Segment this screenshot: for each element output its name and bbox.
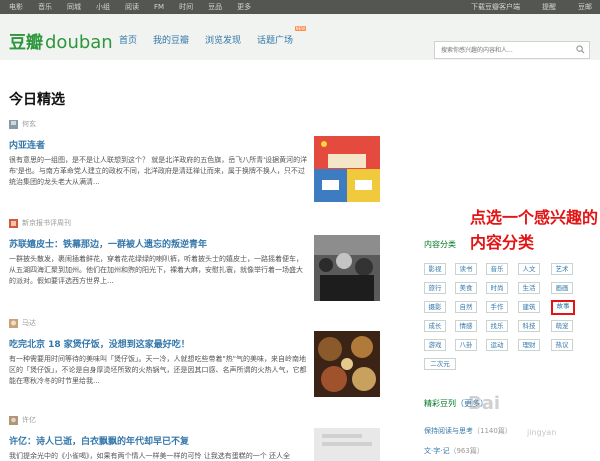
top-bar: 电影 音乐 同城 小组 阅读 FM 时间 豆品 更多 下载豆瓣客户端 提醒 豆邮	[0, 0, 600, 14]
tag-books[interactable]: 读书	[455, 263, 477, 275]
article-excerpt: 一群披头散发，裹闹插着鲜花，穿着花花绿绿的喇叭裤，听着披头士的嬉皮士，一路摇着便…	[9, 255, 303, 285]
tag-acg[interactable]: 二次元	[424, 358, 456, 370]
tag-tech[interactable]: 科技	[518, 320, 540, 332]
series-item-count: （1140篇）	[473, 427, 512, 435]
tag-sports[interactable]: 运动	[486, 339, 508, 351]
instruction-annotation: 点选一个感兴趣的内容分类	[470, 208, 599, 252]
author-name[interactable]: 马达	[22, 318, 36, 328]
search-box	[434, 41, 590, 59]
download-app-link[interactable]: 下载豆瓣客户端	[471, 0, 520, 14]
nav-my-douban[interactable]: 我的豆瓣	[153, 33, 189, 46]
tag-art[interactable]: 艺术	[551, 263, 573, 275]
tag-travel[interactable]: 旅行	[424, 282, 446, 294]
tag-nature[interactable]: 自然	[455, 301, 477, 313]
tag-movie[interactable]: 影视	[424, 263, 446, 275]
watermark: Bai	[468, 393, 501, 414]
article-excerpt: 很有意思的一组图，是不是让人联想到这个？ 就是北洋政府的五色旗，岳飞八所青'设据…	[9, 156, 308, 186]
watermark-sub: jingyan	[527, 428, 557, 437]
tag-finance[interactable]: 理财	[518, 339, 540, 351]
mail-link[interactable]: 豆邮	[578, 0, 592, 14]
top-nav-more[interactable]: 更多	[237, 0, 251, 14]
article-author: 马达	[9, 318, 389, 328]
tag-story-highlighted[interactable]: 故事	[551, 300, 575, 315]
category-title: 内容分类	[424, 240, 456, 249]
search-input[interactable]	[435, 42, 571, 58]
tag-trending[interactable]: 热议	[551, 339, 573, 351]
series-item[interactable]: 保持阅读与思考（1140篇）	[424, 426, 512, 436]
notifications-link[interactable]: 提醒	[542, 0, 556, 14]
nav-explore[interactable]: 浏览发现	[205, 33, 241, 46]
article-thumbnail[interactable]	[314, 428, 380, 461]
tag-games[interactable]: 游戏	[424, 339, 446, 351]
logo-en: douban	[45, 32, 113, 53]
series-item-name[interactable]: 保持阅读与思考	[424, 427, 473, 435]
article-thumbnail[interactable]	[314, 235, 380, 301]
tag-handmade[interactable]: 手作	[486, 301, 508, 313]
article-excerpt: 有一种需要用时间等待的美味叫「煲仔饭」。天一冷，人就想吃些带着"热"气的美味，来…	[9, 355, 307, 385]
tag-painting[interactable]: 画画	[551, 282, 573, 294]
top-nav-local[interactable]: 同城	[67, 0, 81, 14]
nav-home[interactable]: 首页	[119, 33, 137, 46]
tag-life[interactable]: 生活	[518, 282, 540, 294]
article-thumbnail[interactable]	[314, 331, 380, 397]
top-nav-read[interactable]: 阅读	[125, 0, 139, 14]
series-title-label: 精彩豆列	[424, 399, 456, 408]
tag-fashion[interactable]: 时尚	[486, 282, 508, 294]
article-author: 许亿	[9, 415, 389, 425]
nav-topics[interactable]: 话题广场	[257, 26, 307, 46]
avatar[interactable]	[9, 119, 18, 129]
tag-architecture[interactable]: 建筑	[518, 301, 540, 313]
search-icon[interactable]	[576, 45, 585, 54]
top-nav: 电影 音乐 同城 小组 阅读 FM 时间 豆品 更多	[9, 0, 266, 14]
tag-gossip[interactable]: 八卦	[455, 339, 477, 351]
top-nav-group[interactable]: 小组	[96, 0, 110, 14]
tag-growth[interactable]: 成长	[424, 320, 446, 332]
tag-fun[interactable]: 找乐	[486, 320, 508, 332]
author-name[interactable]: 许亿	[22, 415, 36, 425]
article-thumbnail[interactable]	[314, 136, 380, 202]
author-name[interactable]: 何玄	[22, 119, 36, 129]
tag-humanities[interactable]: 人文	[518, 263, 540, 275]
top-nav-time[interactable]: 时间	[179, 0, 193, 14]
tag-music[interactable]: 音乐	[486, 263, 508, 275]
series-item[interactable]: 文·字·记（963篇）	[424, 446, 484, 456]
series-item-count: （963篇）	[449, 447, 484, 455]
top-nav-music[interactable]: 音乐	[38, 0, 52, 14]
article-excerpt: 我们提余光中的《小雀喝》，如果有两个情人一样美一样的可怜 让我选有蛋糕的一个 还…	[9, 452, 290, 460]
main-nav: 首页 我的豆瓣 浏览发现 话题广场	[119, 26, 309, 46]
author-name[interactable]: 新京报书评周刊	[22, 218, 71, 228]
tag-emotion[interactable]: 情感	[455, 320, 477, 332]
top-right-links: 下载豆瓣客户端 提醒 豆邮	[449, 0, 592, 14]
top-nav-fm[interactable]: FM	[154, 0, 164, 14]
avatar[interactable]	[9, 218, 18, 228]
series-item-name[interactable]: 文·字·记	[424, 447, 449, 455]
tag-food[interactable]: 美食	[455, 282, 477, 294]
page-title: 今日精选	[9, 92, 65, 108]
logo-cn: 豆瓣	[9, 33, 43, 53]
avatar[interactable]	[9, 318, 18, 328]
douban-logo[interactable]: 豆瓣 douban	[9, 28, 113, 53]
tag-pets[interactable]: 萌宠	[551, 320, 573, 332]
article-author: 何玄	[9, 119, 389, 129]
top-nav-movie[interactable]: 电影	[9, 0, 23, 14]
top-nav-market[interactable]: 豆品	[208, 0, 222, 14]
header: 豆瓣 douban 首页 我的豆瓣 浏览发现 话题广场	[0, 14, 600, 60]
avatar[interactable]	[9, 415, 18, 425]
article-author: 新京报书评周刊	[9, 218, 389, 228]
tag-photo[interactable]: 摄影	[424, 301, 446, 313]
